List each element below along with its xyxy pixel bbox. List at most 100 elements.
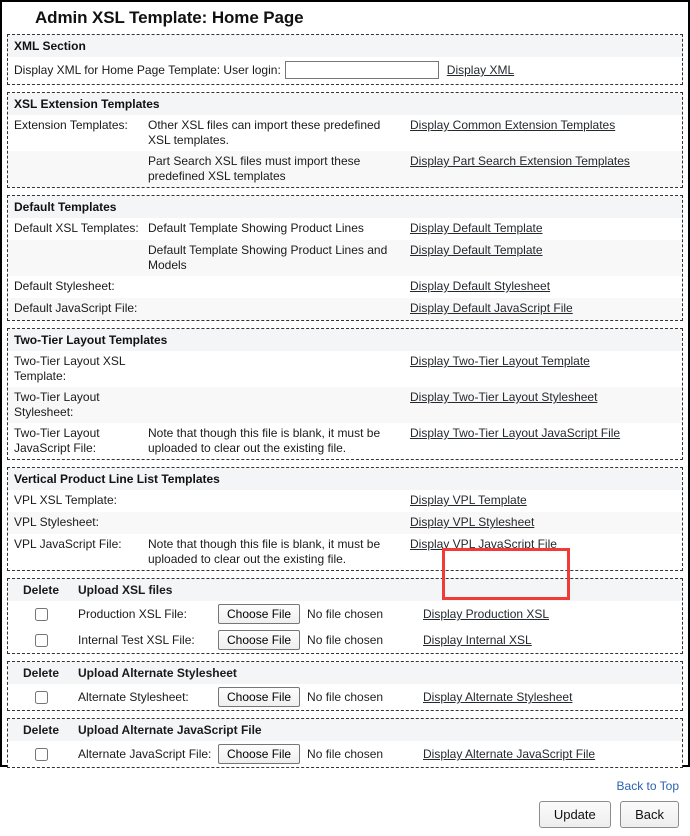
file-picker-cell: Choose File No file chosen bbox=[218, 604, 423, 624]
delete-production-xsl-checkbox[interactable] bbox=[34, 608, 48, 622]
display-common-extension-templates-link[interactable]: Display Common Extension Templates bbox=[410, 118, 615, 132]
delete-checkbox-cell bbox=[8, 690, 74, 705]
xml-user-login-label: Display XML for Home Page Template: User… bbox=[14, 63, 281, 77]
row-description: Part Search XSL files must import these … bbox=[148, 154, 361, 183]
delete-column-header: Delete bbox=[22, 583, 60, 597]
delete-checkbox-cell bbox=[8, 747, 74, 762]
display-production-xsl-link[interactable]: Display Production XSL bbox=[423, 607, 549, 621]
row-link-cell: Display Default Template bbox=[410, 243, 682, 258]
table-row: Alternate Stylesheet: Choose File No fil… bbox=[8, 684, 682, 710]
row-label: Production XSL File: bbox=[78, 607, 187, 621]
file-status-text: No file chosen bbox=[307, 633, 384, 647]
table-row: VPL JavaScript File: Note that though th… bbox=[8, 534, 682, 570]
vertical-product-line-list-templates-section: Vertical Product Line List Templates VPL… bbox=[7, 467, 683, 571]
row-link-cell: Display Default JavaScript File bbox=[410, 301, 682, 316]
table-row: Default Template Showing Product Lines a… bbox=[8, 240, 682, 276]
upload-javascript-header-row: Delete Upload Alternate JavaScript File bbox=[8, 719, 682, 741]
default-templates-section: Default Templates Default XSL Templates:… bbox=[7, 195, 683, 321]
row-link-cell: Display Alternate JavaScript File bbox=[423, 747, 682, 761]
default-templates-header: Default Templates bbox=[8, 196, 682, 218]
display-vpl-javascript-file-link[interactable]: Display VPL JavaScript File bbox=[410, 537, 557, 551]
table-row: Internal Test XSL File: Choose File No f… bbox=[8, 627, 682, 653]
xml-section: XML Section Display XML for Home Page Te… bbox=[7, 34, 683, 85]
table-row: Two-Tier Layout JavaScript File: Note th… bbox=[8, 423, 682, 459]
row-link-cell: Display Production XSL bbox=[423, 607, 682, 621]
display-alternate-javascript-file-link[interactable]: Display Alternate JavaScript File bbox=[423, 747, 595, 761]
table-row: VPL XSL Template: Display VPL Template bbox=[8, 490, 682, 512]
row-label: Internal Test XSL File: bbox=[78, 633, 195, 647]
row-description: Default Template Showing Product Lines a… bbox=[148, 243, 388, 272]
display-default-stylesheet-link[interactable]: Display Default Stylesheet bbox=[410, 279, 550, 293]
update-button[interactable]: Update bbox=[538, 801, 611, 828]
row-label: VPL XSL Template: bbox=[14, 493, 117, 507]
row-link-cell: Display Internal XSL bbox=[423, 633, 682, 647]
page-title: Admin XSL Template: Home Page bbox=[35, 8, 304, 27]
row-label: Two-Tier Layout Stylesheet: bbox=[14, 390, 100, 419]
upload-stylesheet-title: Upload Alternate Stylesheet bbox=[78, 666, 237, 680]
table-row: Default XSL Templates: Default Template … bbox=[8, 218, 682, 240]
display-two-tier-layout-stylesheet-link[interactable]: Display Two-Tier Layout Stylesheet bbox=[410, 390, 597, 404]
row-label: Alternate JavaScript File: bbox=[78, 747, 212, 761]
xml-section-header: XML Section bbox=[8, 35, 682, 57]
row-label: Default XSL Templates: bbox=[14, 221, 139, 235]
delete-internal-test-xsl-checkbox[interactable] bbox=[34, 634, 48, 648]
xsl-extension-templates-section: XSL Extension Templates Extension Templa… bbox=[7, 92, 683, 188]
row-link-cell: Display Common Extension Templates bbox=[410, 118, 682, 133]
delete-checkbox-cell bbox=[8, 633, 74, 648]
choose-file-button-alternate-stylesheet[interactable]: Choose File bbox=[218, 687, 301, 707]
file-status-text: No file chosen bbox=[307, 607, 384, 621]
table-row: Production XSL File: Choose File No file… bbox=[8, 601, 682, 627]
display-internal-xsl-link[interactable]: Display Internal XSL bbox=[423, 633, 532, 647]
row-link-cell: Display Part Search Extension Templates bbox=[410, 154, 682, 169]
row-link-cell: Display Default Stylesheet bbox=[410, 279, 682, 294]
row-link-cell: Display VPL JavaScript File bbox=[410, 537, 682, 552]
row-link-cell: Display VPL Template bbox=[410, 493, 682, 508]
display-part-search-extension-templates-link[interactable]: Display Part Search Extension Templates bbox=[410, 154, 630, 168]
display-vpl-stylesheet-link[interactable]: Display VPL Stylesheet bbox=[410, 515, 534, 529]
row-description: Default Template Showing Product Lines bbox=[148, 221, 364, 235]
delete-checkbox-cell bbox=[8, 607, 74, 622]
delete-column-header: Delete bbox=[22, 723, 60, 737]
row-link-cell: Display Two-Tier Layout JavaScript File bbox=[410, 426, 682, 441]
row-link-cell: Display Two-Tier Layout Stylesheet bbox=[410, 390, 682, 405]
table-row: Two-Tier Layout Stylesheet: Display Two-… bbox=[8, 387, 682, 423]
display-vpl-template-link[interactable]: Display VPL Template bbox=[410, 493, 527, 507]
footer-buttons: Update Back bbox=[7, 795, 683, 836]
row-label: Default Stylesheet: bbox=[14, 279, 115, 293]
choose-file-button-alternate-javascript[interactable]: Choose File bbox=[218, 744, 301, 764]
display-default-template-link-2[interactable]: Display Default Template bbox=[410, 243, 543, 257]
row-link-cell: Display Alternate Stylesheet bbox=[423, 690, 682, 704]
row-label: VPL JavaScript File: bbox=[14, 537, 122, 551]
file-status-text: No file chosen bbox=[307, 690, 384, 704]
table-row: VPL Stylesheet: Display VPL Stylesheet bbox=[8, 512, 682, 534]
delete-column-header: Delete bbox=[22, 666, 60, 680]
table-row: Default Stylesheet: Display Default Styl… bbox=[8, 276, 682, 298]
display-alternate-stylesheet-link[interactable]: Display Alternate Stylesheet bbox=[423, 690, 572, 704]
row-label: Default JavaScript File: bbox=[14, 301, 138, 315]
row-label: VPL Stylesheet: bbox=[14, 515, 99, 529]
user-login-input[interactable] bbox=[284, 61, 439, 79]
two-tier-layout-templates-header: Two-Tier Layout Templates bbox=[8, 329, 682, 351]
back-to-top-link[interactable]: Back to Top bbox=[617, 779, 679, 793]
display-two-tier-layout-template-link[interactable]: Display Two-Tier Layout Template bbox=[410, 354, 590, 368]
back-button[interactable]: Back bbox=[620, 801, 679, 828]
table-row: Extension Templates: Other XSL files can… bbox=[8, 115, 682, 151]
choose-file-button-production-xsl[interactable]: Choose File bbox=[218, 604, 301, 624]
row-link-cell: Display Default Template bbox=[410, 221, 682, 236]
upload-alternate-javascript-section: Delete Upload Alternate JavaScript File … bbox=[7, 718, 683, 768]
row-link-cell: Display VPL Stylesheet bbox=[410, 515, 682, 530]
delete-alternate-stylesheet-checkbox[interactable] bbox=[34, 691, 48, 705]
display-xml-link[interactable]: Display XML bbox=[447, 63, 514, 77]
choose-file-button-internal-test-xsl[interactable]: Choose File bbox=[218, 630, 301, 650]
back-to-top-row: Back to Top bbox=[7, 775, 683, 795]
display-default-javascript-file-link[interactable]: Display Default JavaScript File bbox=[410, 301, 573, 315]
file-picker-cell: Choose File No file chosen bbox=[218, 630, 423, 650]
upload-javascript-title: Upload Alternate JavaScript File bbox=[78, 723, 262, 737]
display-default-template-link[interactable]: Display Default Template bbox=[410, 221, 543, 235]
row-label: Extension Templates: bbox=[14, 118, 128, 132]
upload-xsl-files-section: Delete Upload XSL files Production XSL F… bbox=[7, 578, 683, 654]
delete-alternate-javascript-checkbox[interactable] bbox=[34, 748, 48, 762]
admin-xsl-template-page: Admin XSL Template: Home Page XML Sectio… bbox=[0, 0, 690, 828]
row-label: Alternate Stylesheet: bbox=[78, 690, 189, 704]
display-two-tier-layout-javascript-file-link[interactable]: Display Two-Tier Layout JavaScript File bbox=[410, 426, 620, 440]
